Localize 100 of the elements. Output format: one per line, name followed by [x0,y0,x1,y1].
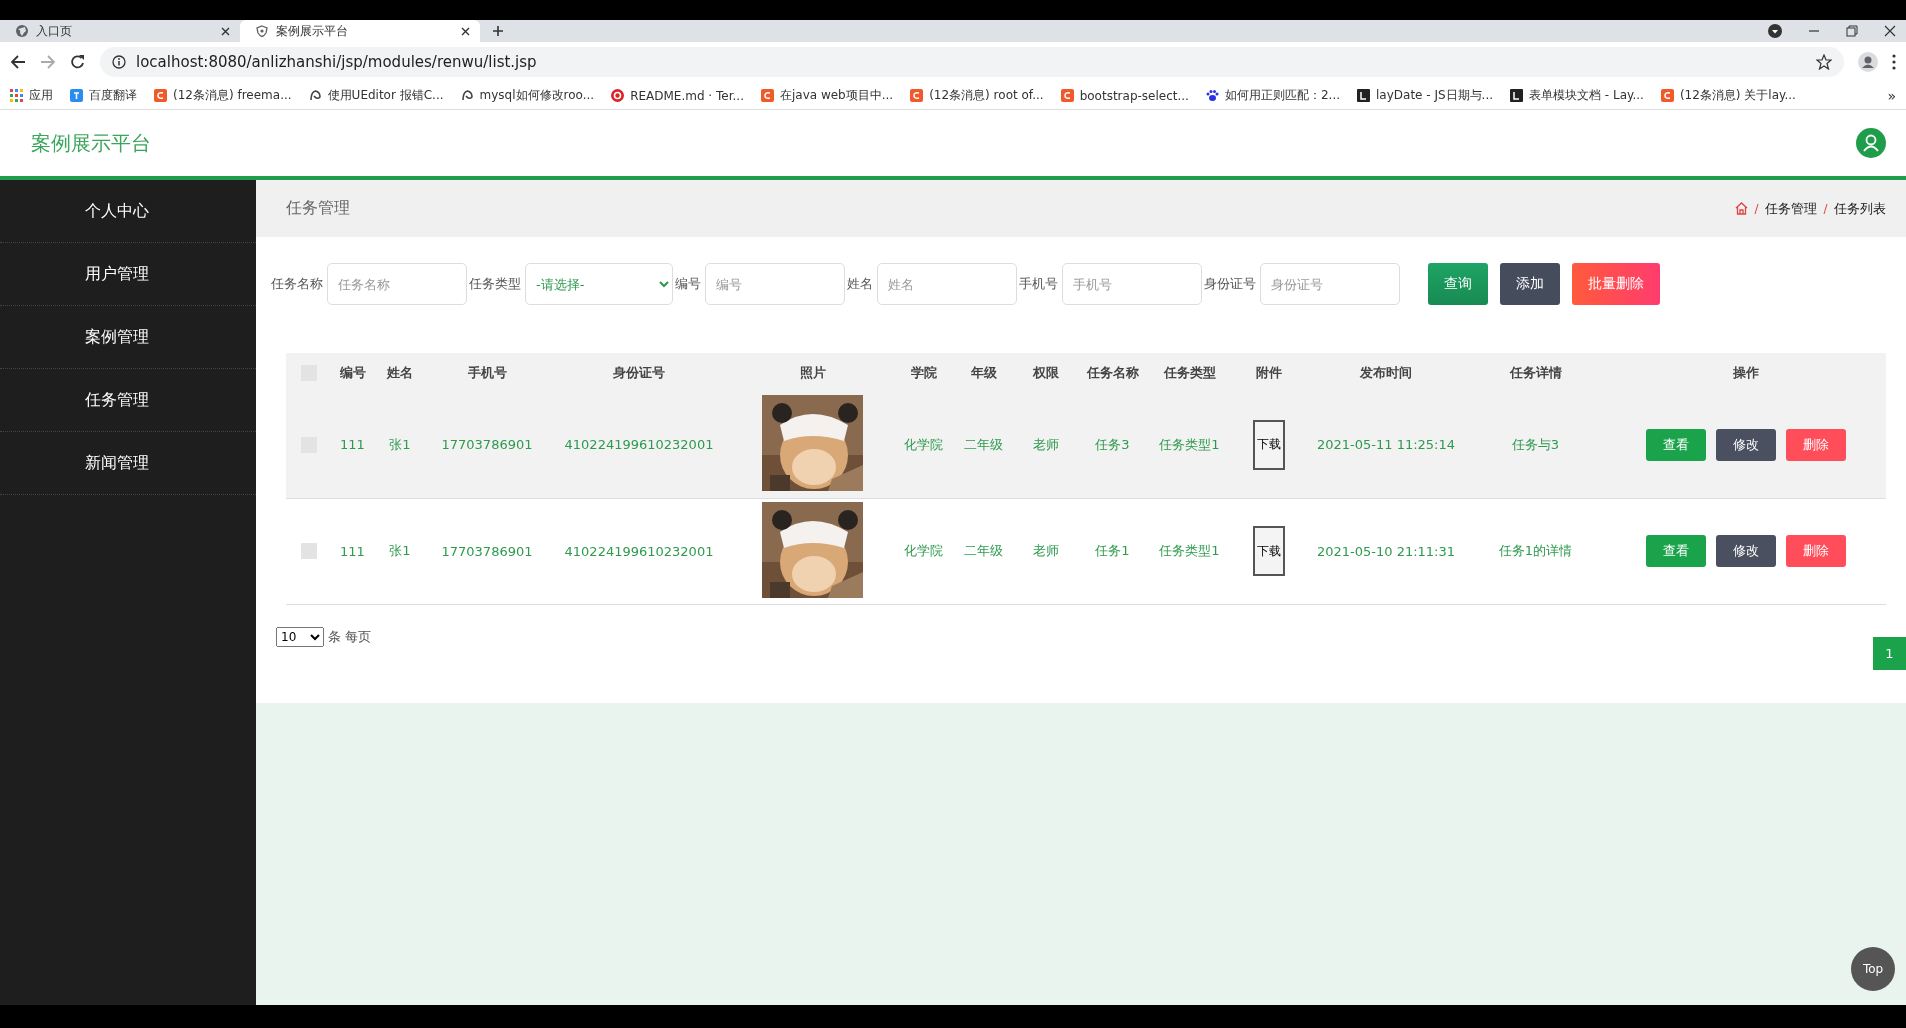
field-label: 身份证号 [1204,275,1257,293]
back-to-top-button[interactable]: Top [1851,947,1895,991]
close-icon[interactable] [461,26,470,36]
back-icon[interactable] [10,54,26,70]
column-header: 学院 [910,364,937,380]
home-icon[interactable] [1735,202,1748,215]
bookmark-icon [1357,89,1370,102]
bookmark-link[interactable]: 应用 [29,87,53,104]
bookmark-link[interactable]: 表单模块文档 - Lay... [1529,87,1644,104]
bookmark-icon [760,89,774,102]
column-header: 附件 [1255,364,1282,380]
search-field[interactable]: 手机号 [1062,263,1202,305]
column-header: 身份证号 [613,364,665,380]
bookmark-link[interactable]: (12条消息) root of... [929,87,1044,104]
menu-icon[interactable] [1892,54,1896,70]
download-button[interactable]: 下载 [1252,526,1285,576]
edit-button[interactable]: 修改 [1716,535,1776,567]
edit-button[interactable]: 修改 [1716,428,1776,461]
browser-tab[interactable]: 入口页 [0,20,240,42]
more-bookmarks-button[interactable]: » [1887,87,1896,104]
search-field[interactable]: 编号 [705,263,845,305]
restore-icon[interactable] [1846,25,1858,37]
bookmark-link[interactable]: (12条消息) freema... [173,87,292,104]
table-cell: 二年级 [964,543,1003,558]
account-icon[interactable] [1858,52,1878,72]
paw-icon [1205,89,1219,102]
info-icon [112,55,126,69]
table-cell: 老师 [1032,543,1059,558]
column-header: 姓名 [387,364,413,380]
table-cell: 111 [340,543,365,559]
table-cell: 任务类型1 [1159,543,1220,558]
bookmark-link[interactable]: 使用UEditor 报错C... [327,87,444,104]
search-field[interactable]: 姓名 [877,263,1017,305]
bookmark-link[interactable]: README.md · Ter... [630,88,744,103]
separator-icon [1754,202,1759,215]
browser-tab[interactable]: 案例展示平台 [240,20,480,42]
dropdown-icon[interactable] [1768,24,1782,38]
table-cell: 任务类型1 [1159,436,1220,452]
column-header: 照片 [799,364,826,380]
table-cell: 410224199610232001 [564,437,714,453]
table-cell: 化学院 [904,436,943,452]
bookmark-icon [70,89,83,102]
bookmark-link[interactable]: (12条消息) 关于lay... [1679,87,1796,104]
column-header: 发布时间 [1360,364,1412,380]
field-label: 手机号 [1019,275,1059,293]
page-size-dropdown[interactable]: 10 [276,626,324,647]
column-header: 编号 [339,364,366,380]
bookmark-link[interactable]: 百度翻译 [89,87,137,104]
bookmark-link[interactable]: layDate - JS日期与... [1376,87,1494,104]
table-cell: 老师 [1032,436,1059,452]
column-header: 任务名称 [1086,364,1139,380]
search-field[interactable]: 任务名称 [327,263,467,305]
tab-title: 入口页 [36,22,73,40]
table-cell: 任务与3 [1511,436,1560,452]
add-button[interactable]: 添加 [1500,263,1560,305]
table-cell: 二年级 [964,436,1003,452]
search-button[interactable]: 查询 [1428,263,1488,305]
field-label: 任务类型 [469,275,522,293]
table-cell: 张1 [389,436,411,452]
site-title: 案例展示平台 [31,129,152,157]
bookmark-link[interactable]: bootstrap-select... [1079,88,1189,103]
bookmark-icon [611,89,625,102]
page-title: 任务管理 [286,198,351,219]
bookmark-icon [1060,89,1074,102]
reload-icon[interactable] [70,54,86,70]
breadcrumb-link[interactable]: 任务管理 [1765,199,1817,218]
apps-icon [10,89,23,102]
search-field[interactable]: 身份证号 [1260,263,1400,305]
type-dropdown[interactable]: -请选择- [525,263,673,305]
tab-title: 案例展示平台 [276,22,349,40]
close-icon[interactable] [221,26,230,36]
column-header: 手机号 [467,364,507,380]
bookmark-icon [1510,89,1524,102]
star-icon[interactable] [1816,54,1832,70]
bookmark-link[interactable]: 在java web项目中... [779,87,894,104]
table-cell: 任务1 [1095,543,1130,558]
bookmark-icon [1660,89,1674,102]
user-icon[interactable] [1856,128,1886,158]
field-label: 编号 [675,275,702,293]
breadcrumb-link[interactable]: 任务列表 [1834,199,1886,218]
table-cell: 张1 [389,543,411,558]
column-header: 任务类型 [1163,364,1216,380]
bookmark-icon [910,89,924,102]
address-bar[interactable]: localhost:8080/anlizhanshi/jsp/modules/renwu/list.jsp [100,47,1844,77]
table-cell: 任务3 [1095,436,1130,452]
column-header: 操作 [1733,364,1759,380]
table-cell: 111 [340,437,365,453]
field-label: 姓名 [847,275,874,293]
close-icon[interactable] [1884,25,1896,37]
separator-icon [1823,202,1828,215]
checkbox[interactable] [300,543,317,560]
bookmark-link[interactable]: mysql如何修改roo... [479,87,595,104]
table-cell: 任务1的详情 [1498,543,1573,558]
bookmark-icon [154,89,167,102]
download-button[interactable]: 下载 [1252,419,1285,470]
table-cell: 化学院 [904,543,943,558]
shield-icon [256,25,268,37]
table-cell: 410224199610232001 [564,543,714,559]
bookmark-link[interactable]: 如何用正则匹配：2... [1224,87,1340,104]
globe-icon [16,25,28,37]
